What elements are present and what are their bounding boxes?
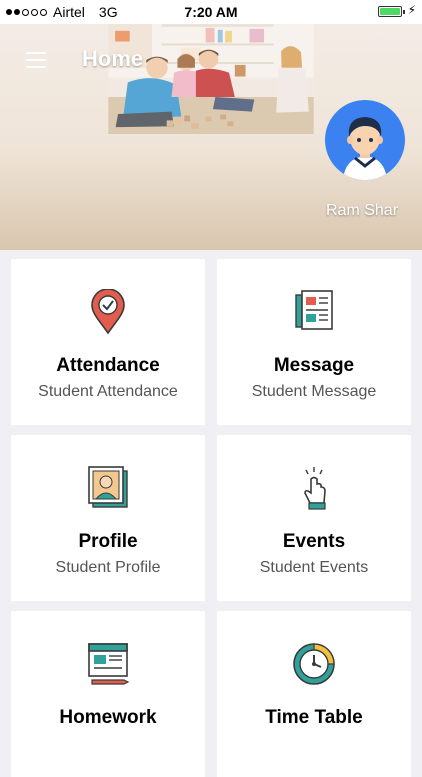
events-tile[interactable]: Events Student Events	[217, 435, 411, 601]
status-time: 7:20 AM	[184, 4, 238, 20]
battery-icon	[378, 6, 405, 17]
tile-subtitle: Student Message	[251, 383, 377, 400]
message-tile[interactable]: Message Student Message	[217, 259, 411, 425]
user-avatar-icon	[343, 117, 387, 180]
tile-title: Profile	[78, 531, 138, 552]
location-pin-check-icon	[91, 289, 125, 335]
homework-tile[interactable]: Homework	[11, 611, 205, 777]
tile-subtitle: Student Events	[259, 559, 369, 576]
profile-tile[interactable]: Profile Student Profile	[11, 435, 205, 601]
tile-title: Time Table	[265, 707, 363, 728]
tile-title: Homework	[59, 707, 157, 728]
page-title: Home	[82, 46, 144, 71]
hand-tap-icon	[304, 467, 326, 510]
header-banner: Home Ram Shar	[0, 24, 422, 250]
tile-subtitle: Student Attendance	[38, 383, 178, 400]
clock-icon	[293, 643, 335, 685]
avatar[interactable]	[325, 100, 405, 180]
timetable-tile[interactable]: Time Table	[217, 611, 411, 777]
photo-id-icon	[88, 466, 128, 508]
tile-title: Events	[282, 531, 346, 552]
browser-document-icon	[88, 643, 130, 685]
menu-icon[interactable]	[26, 52, 46, 73]
tile-subtitle: Student Profile	[55, 559, 161, 576]
user-name: Ram Shar	[326, 202, 399, 219]
charging-icon: ⚡	[407, 3, 416, 17]
attendance-tile[interactable]: Attendance Student Attendance	[11, 259, 205, 425]
tile-title: Attendance	[56, 355, 160, 376]
status-bar: Airtel 3G 7:20 AM ⚡	[0, 0, 422, 24]
newspaper-icon	[295, 290, 333, 330]
tile-title: Message	[273, 355, 355, 376]
